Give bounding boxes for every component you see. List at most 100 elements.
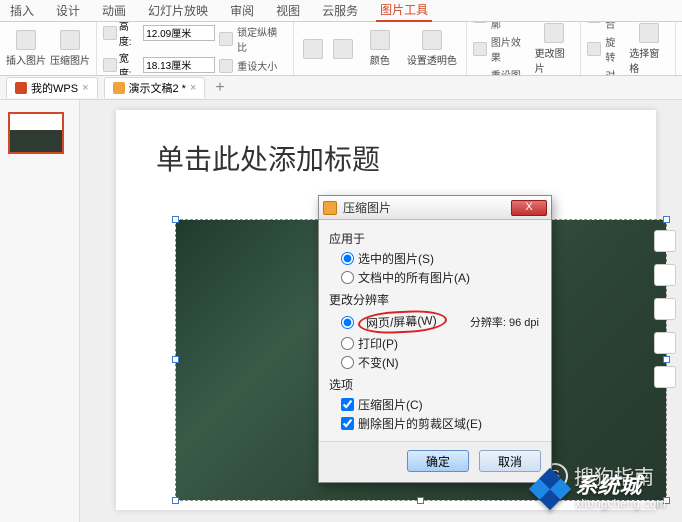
slide-thumb-1[interactable]: [8, 112, 64, 154]
change-pic-button[interactable]: 更改图片: [535, 23, 575, 75]
reset-size-button[interactable]: 重设大小: [219, 58, 287, 73]
resolution-value: 96 dpi: [509, 317, 539, 329]
width-label: 宽度:: [119, 50, 141, 77]
transparent-icon: [422, 30, 442, 50]
ppt-icon: [113, 82, 125, 94]
section-apply-to: 应用于: [329, 230, 541, 247]
dialog-titlebar[interactable]: 压缩图片 X: [319, 196, 551, 220]
width-icon: [103, 58, 117, 72]
check-crop[interactable]: [341, 417, 354, 430]
brightness-icon: [303, 39, 323, 59]
toolstrip-btn-5[interactable]: [654, 366, 676, 388]
radio-all[interactable]: [341, 271, 354, 284]
reset-pic-button[interactable]: 重设图片: [473, 67, 531, 77]
opt-web-screen[interactable]: 网页/屏幕(W): [331, 310, 447, 334]
height-icon: [103, 26, 117, 40]
lock-icon: [219, 32, 233, 46]
group-button[interactable]: 组合: [587, 22, 625, 31]
dialog-title: 压缩图片: [343, 199, 505, 216]
menubar: 插入 设计 动画 幻灯片放映 审阅 视图 云服务 图片工具: [0, 0, 682, 22]
align-button[interactable]: 对齐: [587, 67, 625, 77]
document-tabs: 我的WPS × 演示文稿2 * × +: [0, 76, 682, 100]
pic-outline-button[interactable]: 图片轮廓: [473, 22, 531, 31]
resize-handle[interactable]: [417, 497, 424, 504]
menu-tab-insert[interactable]: 插入: [6, 0, 38, 21]
cancel-button[interactable]: 取消: [479, 450, 541, 472]
toolstrip-btn-2[interactable]: [654, 264, 676, 286]
toolstrip-btn-4[interactable]: [654, 332, 676, 354]
toolstrip-btn-3[interactable]: [654, 298, 676, 320]
group-icon: [587, 22, 601, 23]
doc-tab-presentation[interactable]: 演示文稿2 * ×: [104, 77, 206, 98]
color-button[interactable]: 颜色: [360, 30, 400, 67]
close-icon[interactable]: ×: [82, 82, 88, 94]
resize-handle[interactable]: [172, 356, 179, 363]
resize-handle[interactable]: [663, 216, 670, 223]
menu-tab-view[interactable]: 视图: [272, 0, 304, 21]
highlighted-option: 网页/屏幕(W): [357, 309, 447, 336]
brightness-button[interactable]: [300, 39, 326, 59]
toolstrip-btn-1[interactable]: [654, 230, 676, 252]
compress-image-dialog: 压缩图片 X 应用于 选中的图片(S) 文档中的所有图片(A) 更改分辨率 网页…: [318, 195, 552, 483]
compress-picture-label: 压缩图片: [50, 52, 90, 67]
check-compress[interactable]: [341, 398, 354, 411]
color-icon: [370, 30, 390, 50]
right-toolstrip: [654, 230, 676, 388]
insert-picture-label: 插入图片: [6, 52, 46, 67]
menu-tab-animation[interactable]: 动画: [98, 0, 130, 21]
radio-nochange[interactable]: [341, 356, 354, 369]
outline-icon: [473, 22, 487, 23]
menu-tab-cloud[interactable]: 云服务: [318, 0, 362, 21]
compress-icon: [60, 30, 80, 50]
menu-tab-picture-tools[interactable]: 图片工具: [376, 0, 432, 22]
resolution-label: 分辨率:: [470, 317, 506, 329]
doc-tab-mywps[interactable]: 我的WPS ×: [6, 77, 98, 98]
opt-delete-crop[interactable]: 删除图片的剪裁区域(E): [331, 414, 541, 433]
new-tab-button[interactable]: +: [211, 79, 228, 97]
radio-web[interactable]: [341, 316, 354, 329]
contrast-icon: [333, 39, 353, 59]
height-label: 高度:: [119, 22, 141, 48]
compress-picture-button[interactable]: 压缩图片: [50, 30, 90, 67]
contrast-button[interactable]: [330, 39, 356, 59]
insert-picture-button[interactable]: 插入图片: [6, 30, 46, 67]
resize-handle[interactable]: [172, 216, 179, 223]
resize-handle[interactable]: [172, 497, 179, 504]
wps-logo-icon: [15, 82, 27, 94]
height-input[interactable]: [143, 25, 215, 41]
select-pane-button[interactable]: 选择窗格: [629, 23, 669, 75]
ribbon: 插入图片 压缩图片 高度: 宽度: 锁定纵横比: [0, 22, 682, 76]
rotate-button[interactable]: 旋转: [587, 34, 625, 64]
radio-print[interactable]: [341, 337, 354, 350]
pic-effect-button[interactable]: 图片效果: [473, 34, 531, 64]
select-pane-icon: [639, 23, 659, 43]
menu-tab-slideshow[interactable]: 幻灯片放映: [144, 0, 212, 21]
opt-print[interactable]: 打印(P): [331, 334, 541, 353]
menu-tab-design[interactable]: 设计: [52, 0, 84, 21]
width-input[interactable]: [143, 57, 215, 73]
slide-thumbnails: [0, 100, 80, 522]
title-placeholder[interactable]: 单击此处添加标题: [156, 138, 616, 178]
section-resolution: 更改分辨率: [329, 291, 541, 308]
reset-icon: [219, 59, 233, 73]
opt-compress[interactable]: 压缩图片(C): [331, 395, 541, 414]
menu-tab-review[interactable]: 审阅: [226, 0, 258, 21]
opt-all-pictures[interactable]: 文档中的所有图片(A): [331, 268, 541, 287]
resize-handle[interactable]: [663, 497, 670, 504]
sogou-watermark: S 搜狗指南: [542, 461, 654, 490]
picture-icon: [16, 30, 36, 50]
rotate-icon: [587, 42, 601, 56]
section-options: 选项: [329, 376, 541, 393]
radio-selected[interactable]: [341, 252, 354, 265]
size-controls: 高度: 宽度:: [103, 22, 215, 76]
lock-ratio-toggle[interactable]: 锁定纵横比: [219, 24, 287, 54]
effect-icon: [473, 42, 487, 56]
set-transparent-button[interactable]: 设置透明色: [404, 30, 460, 67]
opt-selected-pictures[interactable]: 选中的图片(S): [331, 249, 541, 268]
ok-button[interactable]: 确定: [407, 450, 469, 472]
close-icon[interactable]: ×: [190, 82, 196, 94]
dialog-close-button[interactable]: X: [511, 200, 547, 216]
change-pic-icon: [544, 23, 564, 43]
dialog-icon: [323, 201, 337, 215]
opt-nochange[interactable]: 不变(N): [331, 353, 541, 372]
